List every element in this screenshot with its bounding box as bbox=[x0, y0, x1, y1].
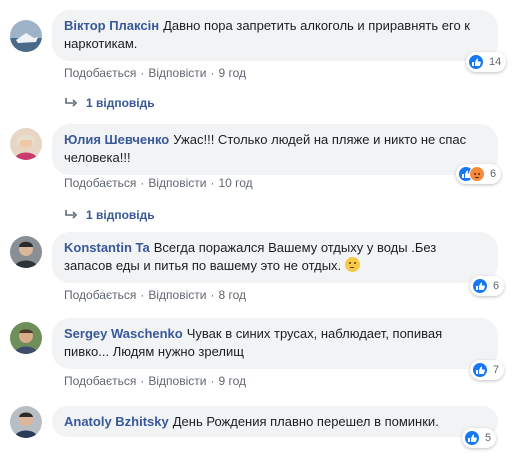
like-icon bbox=[464, 430, 480, 446]
comment-author[interactable]: Віктор Плаксін bbox=[64, 18, 159, 33]
replies-count[interactable]: 1 відповідь bbox=[86, 96, 155, 110]
reply-arrow-icon bbox=[65, 98, 78, 107]
comment-bubble: Юлия Шевченко Ужас!!! Столько людей на пл… bbox=[52, 124, 498, 175]
like-link[interactable]: Подобається bbox=[64, 66, 136, 80]
comment-time[interactable]: 10 год bbox=[218, 176, 252, 190]
avatar[interactable] bbox=[10, 236, 42, 268]
comment-bubble: Віктор Плаксін Давно пора запретить алког… bbox=[52, 10, 498, 61]
comment-time[interactable]: 8 год bbox=[218, 288, 246, 302]
comment-author[interactable]: Sergey Waschenko bbox=[64, 326, 183, 341]
reaction-count: 6 bbox=[493, 280, 500, 292]
reply-link[interactable]: Відповісти bbox=[148, 176, 206, 190]
reaction-summary[interactable]: 14 bbox=[466, 52, 507, 72]
comment-author[interactable]: Konstantin Ta bbox=[64, 240, 150, 255]
comment-time[interactable]: 9 год bbox=[218, 66, 246, 80]
comment-author[interactable]: Anatoly Bzhitsky bbox=[64, 414, 169, 429]
comment-actions: Подобається · Відповісти · 9 год bbox=[64, 66, 246, 80]
comment-actions: Подобається · Відповісти · 10 год bbox=[64, 176, 253, 190]
angry-icon bbox=[469, 166, 485, 182]
reaction-summary[interactable]: 5 bbox=[462, 428, 497, 448]
reaction-summary[interactable]: 6 bbox=[456, 164, 502, 184]
like-icon bbox=[472, 362, 488, 378]
thinking-emoji-icon bbox=[344, 257, 360, 272]
avatar[interactable] bbox=[10, 322, 42, 354]
avatar[interactable] bbox=[10, 128, 42, 160]
replies-count[interactable]: 1 відповідь bbox=[86, 208, 155, 222]
reaction-count: 5 bbox=[485, 432, 492, 444]
like-icon bbox=[468, 54, 484, 70]
like-link[interactable]: Подобається bbox=[64, 176, 136, 190]
like-link[interactable]: Подобається bbox=[64, 288, 136, 302]
like-link[interactable]: Подобається bbox=[64, 374, 136, 388]
reply-link[interactable]: Відповісти bbox=[148, 66, 206, 80]
comment-bubble: Konstantin Ta Всегда поражался Вашему отд… bbox=[52, 232, 498, 283]
reply-arrow-icon bbox=[65, 210, 78, 219]
reaction-summary[interactable]: 7 bbox=[470, 360, 505, 380]
comment-author[interactable]: Юлия Шевченко bbox=[64, 132, 169, 147]
comment-actions: Подобається · Відповісти · 8 год bbox=[64, 288, 246, 302]
avatar[interactable] bbox=[10, 406, 42, 438]
reaction-count: 14 bbox=[489, 56, 502, 68]
reaction-summary[interactable]: 6 bbox=[470, 276, 505, 296]
view-replies-link[interactable]: 1 відповідь bbox=[64, 96, 155, 110]
comment-text: День Рождения плавно перешел в поминки. bbox=[172, 414, 439, 429]
comment-time[interactable]: 9 год bbox=[218, 374, 246, 388]
reply-link[interactable]: Відповісти bbox=[148, 288, 206, 302]
comment-actions: Подобається · Відповісти · 9 год bbox=[64, 374, 246, 388]
reaction-count: 6 bbox=[490, 168, 497, 180]
view-replies-link[interactable]: 1 відповідь bbox=[64, 208, 155, 222]
avatar[interactable] bbox=[10, 20, 42, 52]
like-icon bbox=[472, 278, 488, 294]
reply-link[interactable]: Відповісти bbox=[148, 374, 206, 388]
comment-bubble: Sergey Waschenko Чувак в синих трусах, на… bbox=[52, 318, 498, 369]
reaction-count: 7 bbox=[493, 364, 500, 376]
comment-bubble: Anatoly Bzhitsky День Рождения плавно пер… bbox=[52, 406, 498, 437]
